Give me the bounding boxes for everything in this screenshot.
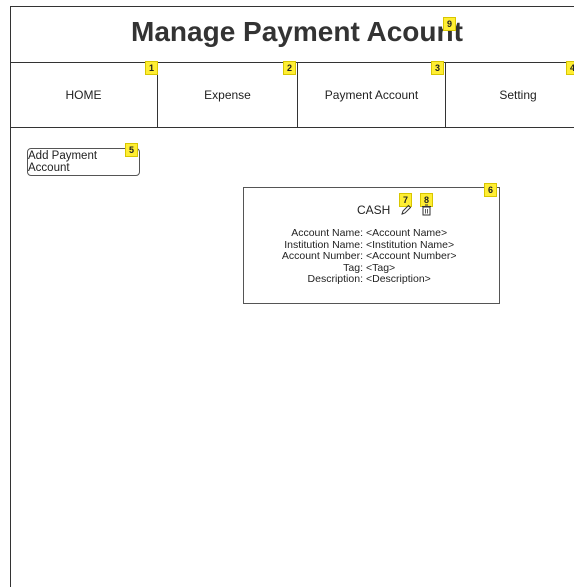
pencil-icon[interactable] [400,204,412,216]
detail-row: Account Number: <Account Number> [243,250,500,263]
detail-value: <Description> [366,273,431,285]
page-title: Manage Payment Acount [131,16,463,47]
detail-row: Description: <Description> [243,273,500,286]
annotation-badge-4: 4 [566,61,574,75]
tab-expense[interactable]: Expense [158,63,298,127]
tab-setting[interactable]: Setting [446,63,574,127]
tab-expense-label: Expense [204,88,251,102]
tab-payment-account[interactable]: Payment Account [298,63,446,127]
detail-value: <Account Number> [366,250,457,262]
account-details: Account Name: <Account Name> Institution… [243,227,500,286]
add-payment-account-button[interactable]: Add Payment Account [27,148,140,176]
tab-setting-label: Setting [499,88,537,102]
detail-label: Account Number: [281,250,363,262]
detail-value: <Account Name> [366,227,448,239]
add-payment-account-label: Add Payment Account [28,150,98,174]
annotation-badge-1: 1 [145,61,158,75]
detail-label: Description: [307,273,363,285]
detail-label: Account Name: [291,227,363,239]
tab-home[interactable]: HOME [10,63,158,127]
account-card-title: CASH [357,203,391,217]
annotation-badge-9: 9 [443,17,456,31]
tab-home-label: HOME [65,88,102,102]
annotation-badge-5: 5 [125,143,138,157]
annotation-badge-6: 6 [484,183,497,197]
annotation-badge-3: 3 [431,61,444,75]
tab-payment-account-label: Payment Account [324,88,419,102]
trash-icon[interactable] [421,204,432,216]
annotation-badge-2: 2 [283,61,296,75]
detail-row: Account Name: <Account Name> [243,227,500,240]
